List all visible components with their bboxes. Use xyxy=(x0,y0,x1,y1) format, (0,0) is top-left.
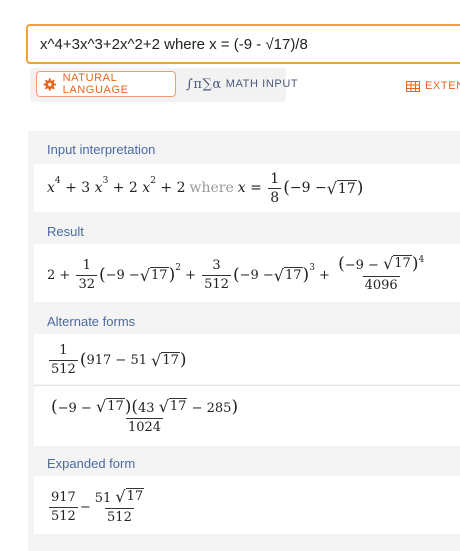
extended-keyboard-button[interactable]: EXTEN xyxy=(406,80,460,92)
gear-icon xyxy=(43,77,56,91)
result-formula: 2 + 1 32 (−9 − √ 17 ) 2 + 3 512 (−9 − √ 17 ) 3… xyxy=(47,254,425,293)
where-word: where xyxy=(189,180,234,196)
pod-title-input: Input interpretation xyxy=(47,142,156,157)
alternate-formula-2: (−9 − √ 17)(43 √ 17 − 285) 1024 xyxy=(51,396,239,435)
math-input-label: MATH INPUT xyxy=(225,78,299,90)
natural-language-button[interactable]: NATURAL LANGUAGE xyxy=(36,71,176,97)
pod-title-result: Result xyxy=(47,224,84,239)
math-symbols-icon: ∫π∑α xyxy=(186,76,222,92)
expanded-formula: 917 512 − 51 √ 17 512 xyxy=(49,486,145,525)
natural-language-label: NATURAL LANGUAGE xyxy=(62,72,129,96)
input-formula: x4 + 3 x3 + 2 x2 + 2 where x = 18 (−9 − … xyxy=(47,170,364,206)
extended-label: EXTEN xyxy=(425,80,460,92)
math-input-button[interactable]: ∫π∑α MATH INPUT xyxy=(186,71,298,97)
keyboard-icon xyxy=(406,80,420,92)
alternate-formula-1: 1 512 (917 − 51 √ 17 ) xyxy=(49,342,187,377)
search-input[interactable]: x^4+3x^3+2x^2+2 where x = (-9 - √17)/8 xyxy=(26,24,460,64)
pod-title-alternate: Alternate forms xyxy=(47,314,136,329)
pod-title-expanded: Expanded form xyxy=(47,456,136,471)
